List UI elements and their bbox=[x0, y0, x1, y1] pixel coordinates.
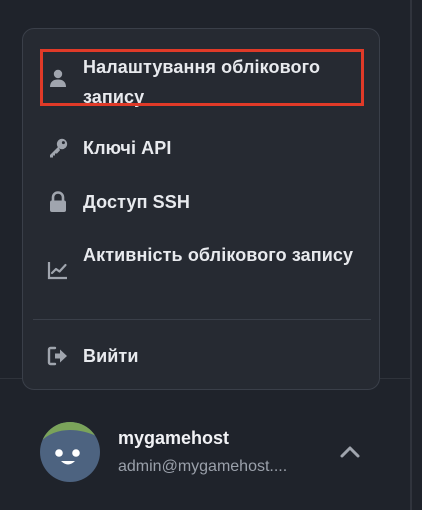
menu-item-label: Ключі API bbox=[83, 138, 172, 158]
menu-item-sign-out[interactable]: Вийти bbox=[35, 341, 369, 371]
menu-item-account-settings[interactable]: Налаштування облікового запису bbox=[35, 49, 369, 107]
chart-line-icon bbox=[47, 259, 69, 281]
lock-icon bbox=[47, 191, 69, 213]
user-name: mygamehost bbox=[118, 428, 230, 448]
side-border bbox=[410, 0, 412, 510]
avatar[interactable] bbox=[40, 422, 100, 482]
user-profile-area[interactable]: mygamehost admin@mygamehost.... bbox=[0, 380, 410, 510]
menu-item-label: Вийти bbox=[83, 346, 139, 366]
menu-item-label: Доступ SSH bbox=[83, 192, 190, 212]
key-icon bbox=[47, 137, 69, 159]
user-email: admin@mygamehost.... bbox=[118, 458, 288, 475]
menu-item-label: Активність облікового запису bbox=[83, 245, 354, 265]
chevron-up-icon[interactable] bbox=[338, 442, 362, 462]
menu-item-label: Налаштування облікового запису bbox=[83, 57, 321, 107]
menu-item-account-activity[interactable]: Активність облікового запису bbox=[35, 240, 369, 298]
account-dropdown-menu: Налаштування облікового запису Ключі API… bbox=[22, 28, 380, 390]
menu-divider bbox=[33, 319, 371, 320]
menu-item-ssh-access[interactable]: Доступ SSH bbox=[35, 187, 369, 217]
menu-item-api-keys[interactable]: Ключі API bbox=[35, 133, 369, 163]
user-icon bbox=[47, 67, 69, 89]
sign-out-icon bbox=[47, 345, 69, 367]
